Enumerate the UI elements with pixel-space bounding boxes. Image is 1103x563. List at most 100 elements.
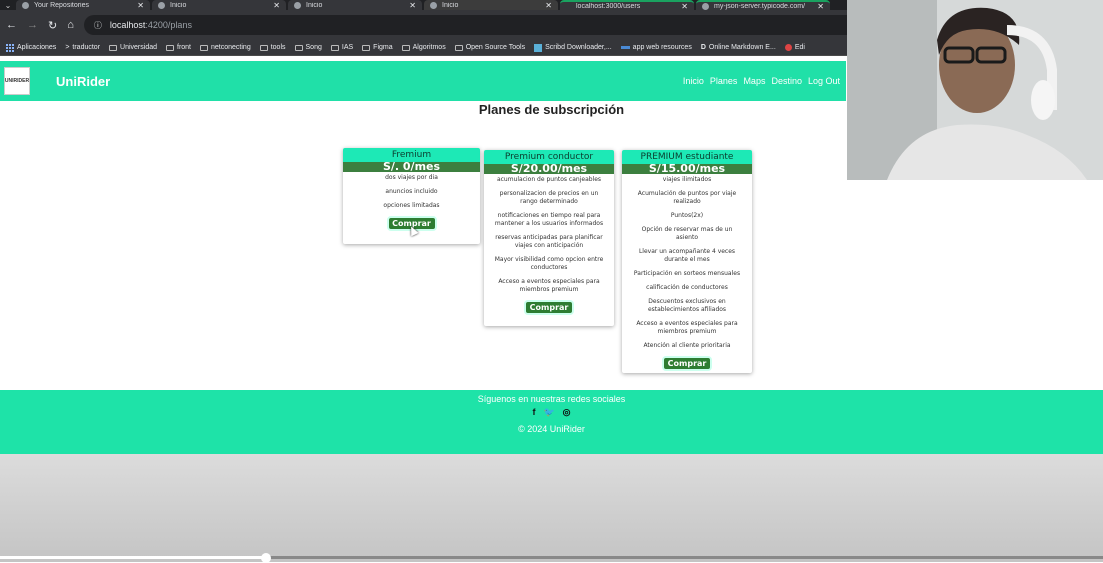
close-icon[interactable]: ✕ [409,1,416,10]
plan-price: S/15.00/mes [622,163,752,174]
nav-planes[interactable]: Planes [710,76,738,86]
plan-feature: Puntos(2x) [670,212,704,219]
back-icon[interactable]: ← [6,19,17,31]
webcam-person-image [847,0,1103,180]
globe-icon [158,1,165,9]
plan-feature: anuncios incluido [385,188,438,195]
bookmark-item[interactable]: Edi [784,44,805,51]
folder-icon [330,44,339,51]
nav-maps[interactable]: Maps [743,76,765,86]
close-icon[interactable]: ✕ [817,2,824,10]
reload-icon[interactable]: ↻ [48,19,57,32]
bookmark-item[interactable]: front [166,44,191,51]
close-icon[interactable]: ✕ [137,1,144,10]
bookmark-page-icon [784,44,792,51]
plan-feature: Acceso a eventos especiales para miembro… [636,320,738,335]
plan-feature: personalizacion de precios en un rango d… [499,190,599,205]
tab-title: Inicio [306,1,323,9]
instagram-icon[interactable]: ◎ [563,407,571,418]
bookmark-apps[interactable]: Aplicaciones [6,43,56,52]
folder-icon [109,44,118,51]
tab-4[interactable]: localhost:3000/users ✕ [560,0,694,10]
forward-icon[interactable]: → [27,19,38,31]
plan-feature: Acumulación de puntos por viaje realizad… [637,190,737,205]
plan-feature: Participación en sorteos mensuales [633,270,741,277]
nav-links: Inicio Planes Maps Destino Log Out [683,76,840,86]
bookmark-item[interactable]: Algoritmos [401,44,446,51]
page-background-bottom [0,454,1103,562]
bookmark-item[interactable]: Scribd Downloader,... [534,43,612,52]
tab-search-icon[interactable]: ⌄ [0,1,16,10]
apps-grid-icon [6,43,14,52]
plan-features: viajes ilimitados Acumulación de puntos … [622,174,752,373]
plan-feature: opciones limitadas [383,202,440,209]
buy-button[interactable]: Comprar [662,356,712,371]
plan-card-premium-conductor: Premium conductor S/20.00/mes acumulacio… [484,150,614,326]
tab-title: localhost:3000/users [576,2,641,10]
plan-feature: Llevar un acompañante 4 veces durante el… [638,248,736,263]
plan-card-premium-estudiante: PREMIUM estudiante S/15.00/mes viajes il… [622,150,752,373]
bookmark-item[interactable]: netconecting [200,44,251,51]
bookmark-item[interactable]: Universidad [109,44,157,51]
footer-follow-text: Síguenos en nuestras redes sociales [477,394,626,404]
plan-feature: reservas anticipadas para planificar via… [495,234,603,249]
navbar: UNIRIDER UniRider Inicio Planes Maps Des… [0,61,846,101]
social-links: f 🐦 ◎ [0,407,1103,418]
facebook-icon[interactable]: f [532,407,535,418]
info-icon[interactable]: ⓘ [94,20,102,31]
bookmark-item[interactable]: tools [259,44,286,51]
tab-1[interactable]: Inicio ✕ [152,0,286,10]
video-progress-fill [0,556,266,559]
url-path: :4200/plans [145,20,192,30]
tab-title: Inicio [442,1,459,9]
scribd-icon [534,43,543,52]
github-icon [22,1,29,9]
plan-price: S/20.00/mes [484,163,614,174]
close-icon[interactable]: ✕ [273,1,280,10]
bookmark-item[interactable]: Figma [362,44,393,51]
close-icon[interactable]: ✕ [545,1,552,10]
tab-2[interactable]: Inicio ✕ [288,0,422,10]
globe-icon [294,1,301,9]
home-icon[interactable]: ⌂ [67,19,74,31]
plan-feature: Opción de reservar mas de un asiento [641,226,733,241]
logo[interactable]: UNIRIDER [4,67,30,95]
bookmark-page-icon [620,46,630,49]
folder-icon [166,44,174,51]
webcam-overlay [847,0,1103,180]
plan-feature: notificaciones en tiempo real para mante… [494,212,604,227]
markdown-icon: D [700,44,706,51]
tab-3[interactable]: Inicio ✕ [424,0,558,10]
tab-title: Your Repositories [34,1,89,9]
tab-5[interactable]: my-json-server.typicode.com/ ✕ [696,0,830,10]
tab-title: my-json-server.typicode.com/ [714,2,806,10]
tab-title: Inicio [170,1,187,9]
plan-feature: Descuentos exclusivos en establecimiento… [647,298,727,313]
twitter-icon[interactable]: 🐦 [543,407,554,418]
nav-logout[interactable]: Log Out [808,76,840,86]
footer: Síguenos en nuestras redes sociales f 🐦 … [0,390,1103,454]
plan-feature: acumulacion de puntos canjeables [496,176,602,183]
bookmark-item[interactable]: Open Source Tools [454,44,525,51]
buy-button[interactable]: Comprar [524,300,574,315]
plan-feature: Mayor visibilidad como opcion entre cond… [494,256,604,271]
copyright: © 2024 UniRider [518,424,585,434]
bookmark-item[interactable]: IAS [330,44,353,51]
arrow-icon: > [65,44,70,51]
bookmark-item[interactable]: > traductor [65,44,100,51]
tab-0[interactable]: Your Repositories ✕ [16,0,150,10]
bookmark-item[interactable]: D Online Markdown E... [701,44,776,51]
bookmark-item[interactable]: Song [294,44,322,51]
plan-feature: calificación de conductores [646,284,728,291]
nav-destino[interactable]: Destino [771,76,802,86]
bookmark-item[interactable]: app web resources [620,44,692,51]
video-progress-bar[interactable] [0,553,1103,563]
brand-name[interactable]: UniRider [56,74,110,89]
globe-icon [430,1,437,9]
plan-feature: Atención al cliente prioritaria [643,342,731,349]
globe-icon [702,2,709,10]
folder-icon [200,44,209,51]
close-icon[interactable]: ✕ [681,2,688,10]
nav-inicio[interactable]: Inicio [683,76,704,86]
plan-price: S/. 0/mes [343,161,480,172]
